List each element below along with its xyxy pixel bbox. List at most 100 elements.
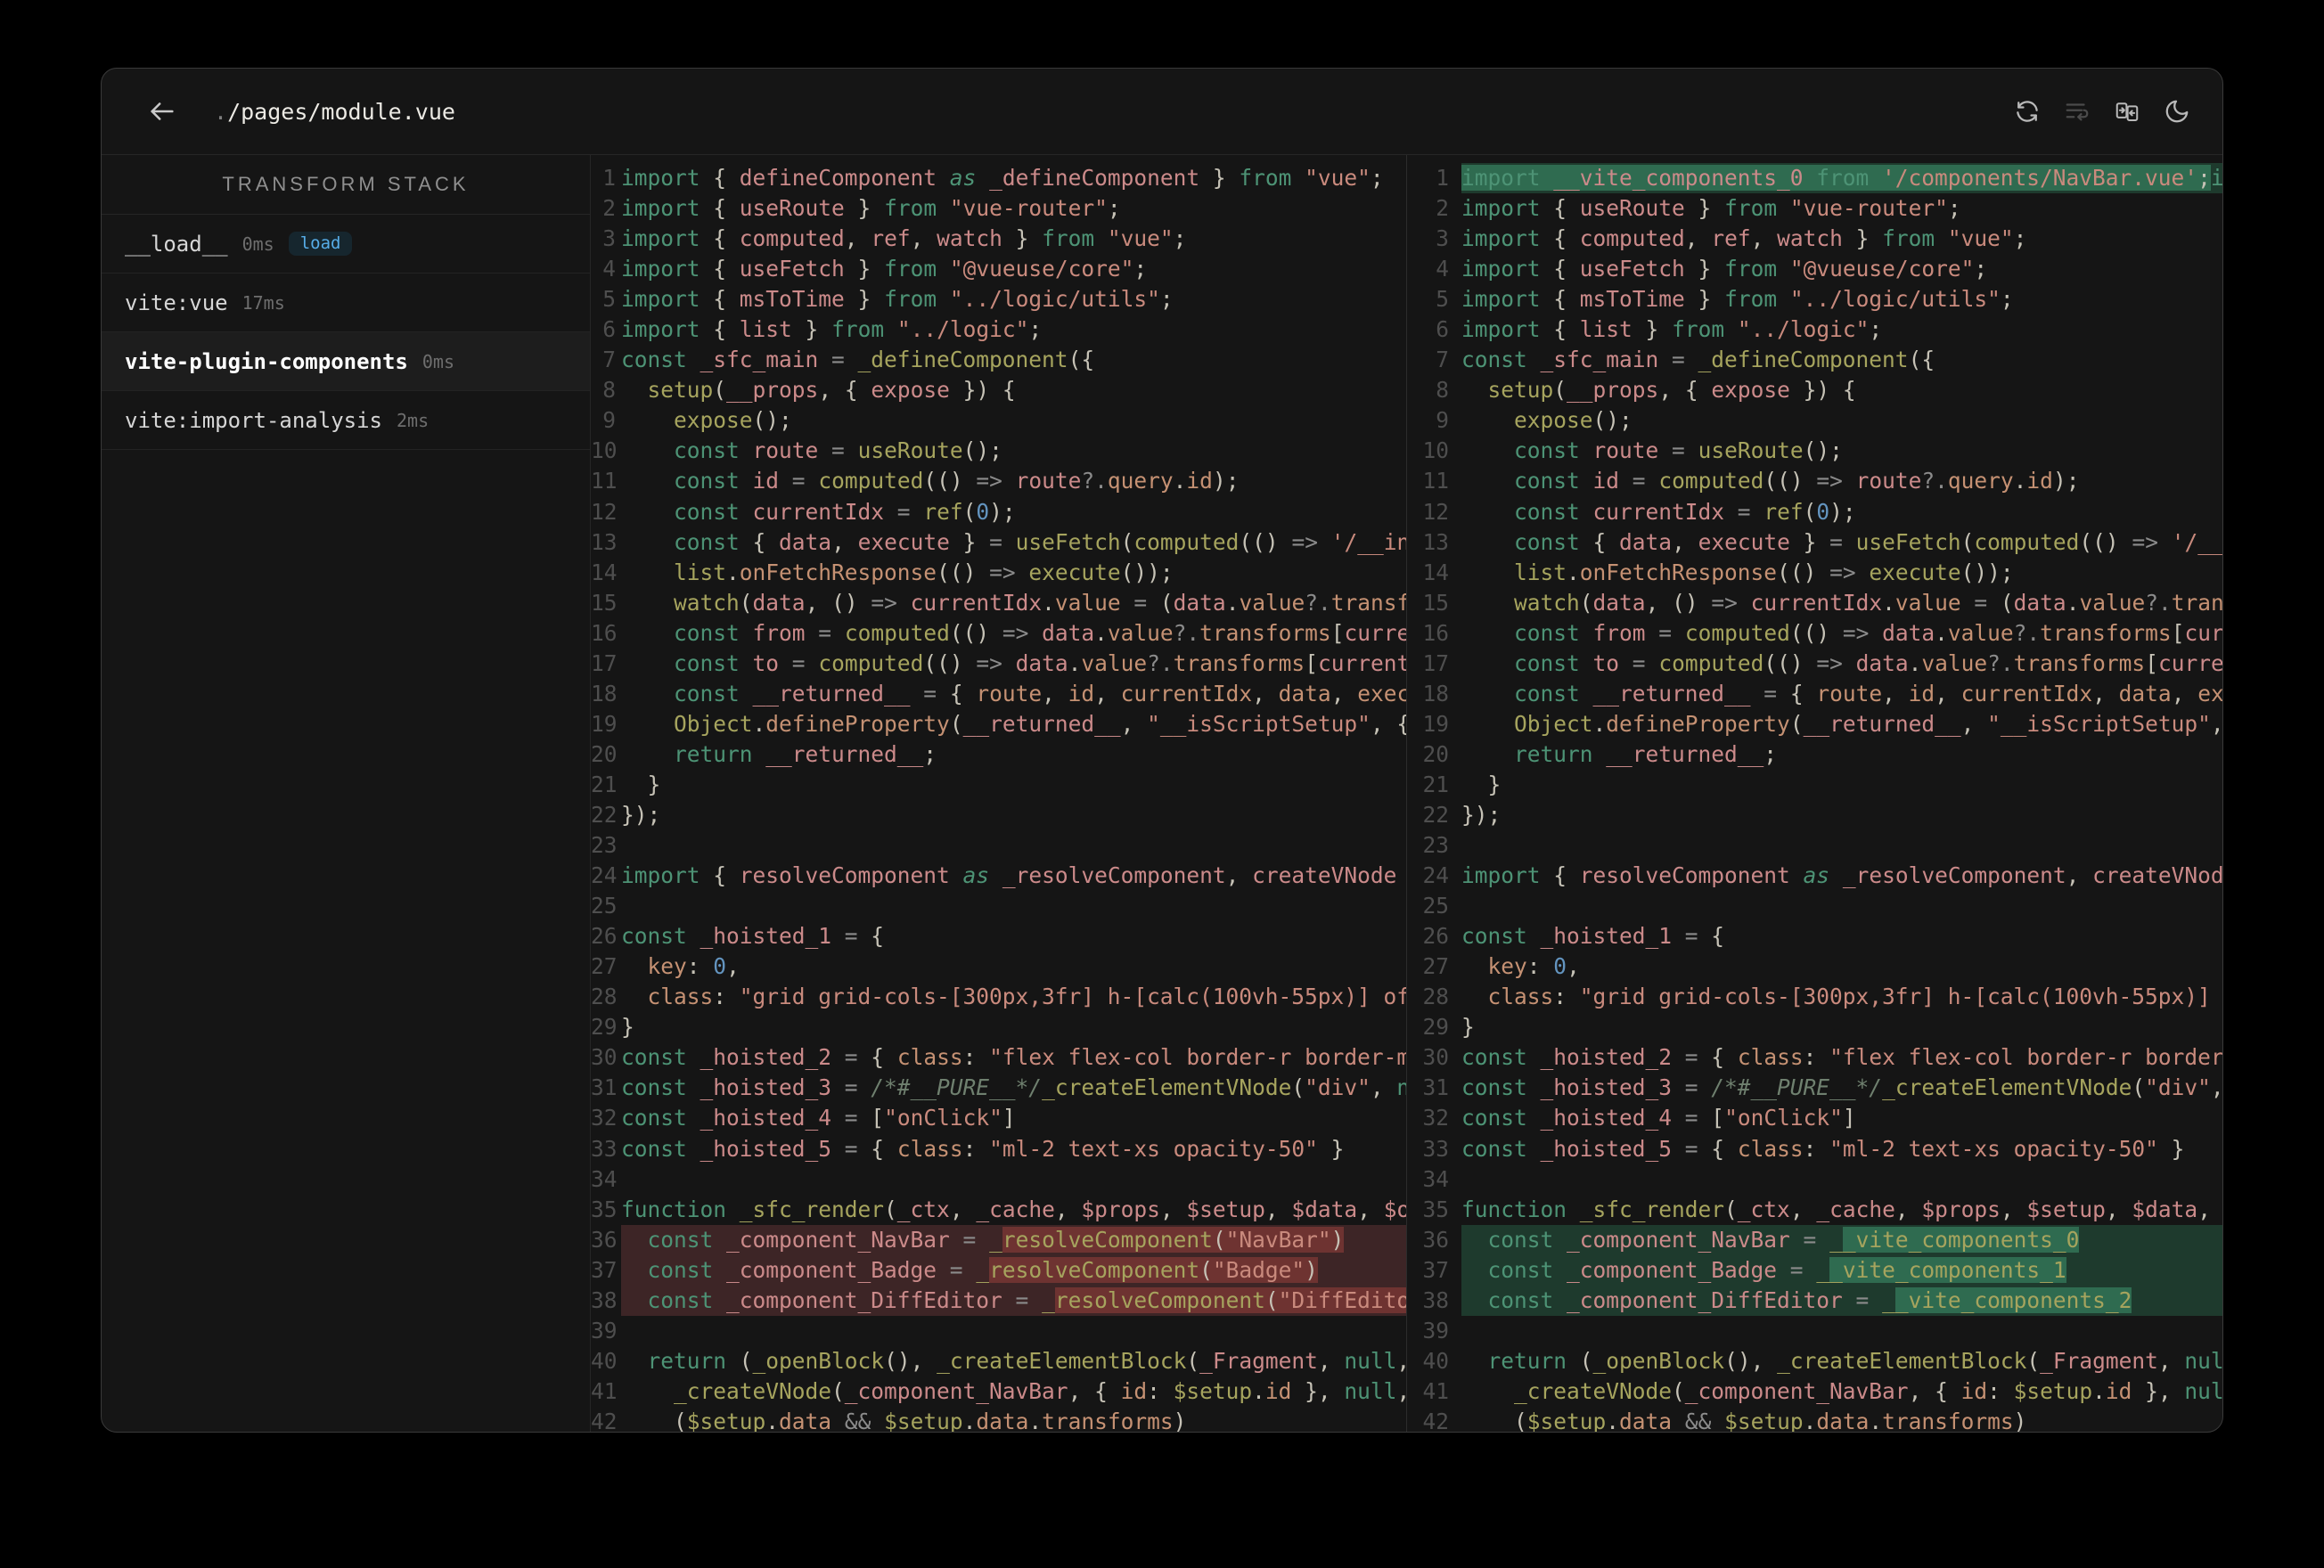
line-code: import __vite_components_0 from '/compon… — [1461, 163, 2222, 194]
line-code: import { useFetch } from "@vueuse/core"; — [621, 256, 1148, 282]
code-line: 5 import { msToTime } from "../logic/util… — [591, 284, 1406, 314]
line-code: function _sfc_render(_ctx, _cache, $prop… — [621, 1196, 1406, 1222]
code-line: 19 Object.defineProperty(__returned__, "… — [591, 709, 1406, 739]
plugin-item--load-[interactable]: __load__ 0ms load — [102, 215, 590, 274]
line-code: import { useRoute } from "vue-router"; — [621, 195, 1121, 222]
line-code: const { data, execute } = useFetch(compu… — [674, 528, 1406, 555]
line-number: 11 — [1422, 468, 1449, 494]
line-number: 31 — [1422, 1074, 1449, 1101]
code-line: 28 class: "grid grid-cols-[300px,3fr] h-… — [1407, 982, 2222, 1012]
line-code: import { useFetch } from "@vueuse/core"; — [1461, 256, 1988, 282]
line-number: 30 — [1422, 1044, 1449, 1071]
code-line: 42 ($setup.data && $setup.data.transform… — [1407, 1407, 2222, 1432]
line-number: 6 — [602, 316, 616, 343]
line-code: _createVNode(_component_NavBar, { id: $s… — [1514, 1377, 2222, 1404]
header-bar: ./pages/module.vue — [102, 69, 2222, 155]
code-line: 39 — [1407, 1316, 2222, 1346]
line-number: 37 — [1422, 1256, 1449, 1283]
plugin-item-vite-import-analysis[interactable]: vite:import-analysis 2ms — [102, 391, 590, 450]
app-window: ./pages/module.vue TRANSFORM STACK __loa… — [101, 68, 2223, 1433]
code-line: 9 expose(); — [591, 405, 1406, 436]
color-scheme-toggle-button[interactable] — [2162, 96, 2192, 127]
plugin-name: vite:vue — [125, 290, 228, 315]
code-line: 13 const { data, execute } = useFetch(co… — [1407, 527, 2222, 558]
code-line: 29} — [591, 1012, 1406, 1042]
code-line: 20 return __returned__; — [591, 739, 1406, 770]
inline-diff-toggle-button[interactable] — [2062, 96, 2092, 127]
line-number: 33 — [1422, 1135, 1449, 1162]
plugin-name: vite:import-analysis — [125, 407, 382, 433]
back-button[interactable] — [144, 94, 180, 129]
line-code: const _sfc_main = _defineComponent({ — [1461, 347, 1935, 373]
line-code: const id = computed(() => route?.query.i… — [1514, 468, 2080, 494]
code-line: 35 function _sfc_render(_ctx, _cache, $pr… — [1407, 1195, 2222, 1225]
line-number: 33 — [591, 1135, 618, 1162]
line-code: const __returned__ = { route, id, curren… — [674, 680, 1406, 706]
code-line: 14 list.onFetchResponse(() => execute())… — [591, 558, 1406, 588]
line-number: 35 — [591, 1196, 618, 1222]
plugin-item-vite-vue[interactable]: vite:vue 17ms — [102, 274, 590, 332]
code-line: 42 ($setup.data && $setup.data.transform… — [591, 1407, 1406, 1432]
main-content: TRANSFORM STACK __load__ 0ms load vite:vue 1… — [102, 155, 2222, 1432]
line-number: 13 — [591, 528, 618, 555]
line-code: import { list } from "../logic"; — [1461, 316, 1883, 343]
line-code: list.onFetchResponse(() => execute()); — [674, 559, 1174, 585]
line-number: 14 — [591, 559, 618, 585]
line-number: 15 — [591, 589, 618, 616]
line-number: 28 — [1422, 984, 1449, 1010]
plugin-item-vite-plugin-components[interactable]: vite-plugin-components 0ms — [102, 332, 590, 391]
code-line-diff-add: 36 const _component_NavBar = __vite_comp… — [1407, 1224, 2222, 1255]
code-panel-after[interactable]: 1 import __vite_components_0 from '/compo… — [1407, 155, 2222, 1432]
line-code: expose(); — [674, 407, 792, 434]
line-number: 8 — [1436, 377, 1449, 404]
code-line: 6 import { list } from "../logic"; — [591, 314, 1406, 345]
line-code: function _sfc_render(_ctx, _cache, $prop… — [1461, 1196, 2222, 1222]
line-code: return (_openBlock(), _createElementBloc… — [1487, 1347, 2222, 1374]
line-code: const _component_DiffEditor = __vite_com… — [1461, 1285, 2222, 1316]
current-file-path: ./pages/module.vue — [214, 99, 455, 125]
line-number: 20 — [1422, 740, 1449, 767]
line-number: 42 — [591, 1408, 618, 1432]
line-number: 22 — [1422, 801, 1449, 828]
line-code: }); — [1461, 801, 1502, 828]
code-line: 29} — [1407, 1012, 2222, 1042]
line-code: const __returned__ = { route, id, curren… — [1514, 680, 2222, 706]
line-code: const _hoisted_5 = { class: "ml-2 text-x… — [621, 1135, 1345, 1162]
code-line: 34 — [591, 1164, 1406, 1195]
line-code: const _hoisted_1 = { — [1461, 923, 1725, 950]
line-number: 3 — [602, 225, 616, 252]
line-number: 23 — [1422, 832, 1449, 859]
code-line-diff-add: 37 const _component_Badge = __vite_compo… — [1407, 1254, 2222, 1286]
code-line: 32 const _hoisted_4 = ["onClick"] — [1407, 1103, 2222, 1133]
code-line: 41 _createVNode(_component_NavBar, { id:… — [591, 1376, 1406, 1407]
refresh-button[interactable] — [2012, 96, 2042, 127]
line-code: const _component_Badge = __vite_componen… — [1461, 1254, 2222, 1286]
code-line: 33 const _hoisted_5 = { class: "ml-2 text… — [1407, 1134, 2222, 1164]
line-code: class: "grid grid-cols-[300px,3fr] h-[ca… — [647, 984, 1406, 1010]
line-code: const _component_Badge = _resolveCompone… — [621, 1254, 1406, 1286]
side-by-side-toggle-button[interactable] — [2112, 96, 2142, 127]
code-panel-before[interactable]: 1 import { defineComponent as _defineComp… — [591, 155, 1407, 1432]
code-line: 4 import { useFetch } from "@vueuse/core"… — [591, 254, 1406, 284]
code-line: 23 — [591, 830, 1406, 861]
code-line: 20 return __returned__; — [1407, 739, 2222, 770]
line-number: 10 — [1422, 437, 1449, 464]
line-number: 20 — [591, 740, 618, 767]
line-number: 21 — [591, 771, 618, 797]
line-code: return (_openBlock(), _createElementBloc… — [647, 1347, 1406, 1374]
line-number: 29 — [591, 1014, 618, 1041]
code-line: 24 import { resolveComponent as _resolveC… — [591, 861, 1406, 891]
line-number: 40 — [591, 1347, 618, 1374]
code-line: 2 import { useRoute } from "vue-router"; — [1407, 193, 2222, 224]
side-by-side-diff-icon — [2115, 102, 2139, 121]
line-number: 34 — [591, 1165, 618, 1192]
line-number: 8 — [602, 377, 616, 404]
code-line: 9 expose(); — [1407, 405, 2222, 436]
code-line: 17 const to = computed(() => data.value?… — [1407, 649, 2222, 679]
code-line: 8 setup(__props, { expose }) { — [1407, 375, 2222, 405]
line-number: 38 — [591, 1286, 618, 1313]
code-line-diff-add: 38 const _component_DiffEditor = __vite_… — [1407, 1285, 2222, 1316]
line-code: } — [621, 1014, 634, 1041]
refresh-icon — [2017, 101, 2038, 122]
